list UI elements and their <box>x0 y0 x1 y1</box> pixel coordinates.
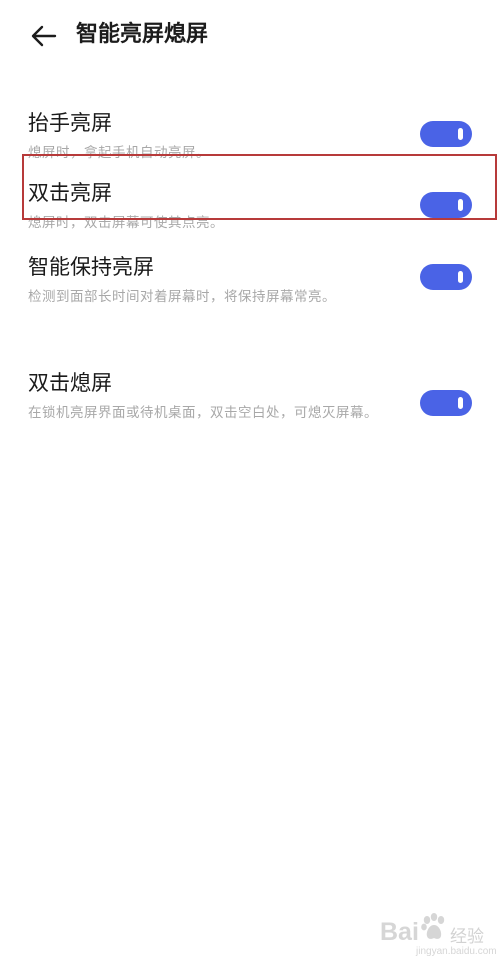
setting-description: 在锁机亮屏界面或待机桌面，双击空白处，可熄灭屏幕。 <box>28 405 378 421</box>
smart-stay-awake-toggle[interactable] <box>420 264 472 290</box>
setting-title: 双击熄屏 <box>28 371 112 395</box>
watermark: Bai 经验 jingyan.baidu.com <box>380 906 497 962</box>
watermark-suffix: 经验 <box>450 927 484 947</box>
setting-description: 熄屏时，双击屏幕可使其点亮。 <box>28 215 224 231</box>
setting-double-tap-sleep: 双击熄屏 在锁机亮屏界面或待机桌面，双击空白处，可熄灭屏幕。 <box>0 368 500 448</box>
toggle-knob <box>458 199 463 211</box>
arrow-left-icon <box>31 25 57 47</box>
paw-icon <box>421 913 445 939</box>
back-button[interactable] <box>28 20 60 52</box>
setting-raise-to-wake: 抬手亮屏 熄屏时，拿起手机自动亮屏。 <box>0 108 500 168</box>
setting-smart-stay-awake: 智能保持亮屏 检测到面部长时间对着屏幕时，将保持屏幕常亮。 <box>0 252 500 312</box>
setting-double-tap-wake: 双击亮屏 熄屏时，双击屏幕可使其点亮。 <box>0 178 500 238</box>
setting-title: 抬手亮屏 <box>28 111 112 135</box>
header: 智能亮屏熄屏 <box>0 0 500 70</box>
toggle-knob <box>458 128 463 140</box>
watermark-url: jingyan.baidu.com <box>416 946 497 957</box>
page-title: 智能亮屏熄屏 <box>76 22 209 47</box>
toggle-knob <box>458 271 463 283</box>
raise-to-wake-toggle[interactable] <box>420 121 472 147</box>
double-tap-wake-toggle[interactable] <box>420 192 472 218</box>
setting-description: 检测到面部长时间对着屏幕时，将保持屏幕常亮。 <box>28 289 336 305</box>
double-tap-sleep-toggle[interactable] <box>420 390 472 416</box>
setting-title: 双击亮屏 <box>28 181 112 205</box>
setting-description: 熄屏时，拿起手机自动亮屏。 <box>28 145 210 161</box>
setting-title: 智能保持亮屏 <box>28 255 154 279</box>
watermark-brand: Bai <box>380 918 419 946</box>
toggle-knob <box>458 397 463 409</box>
